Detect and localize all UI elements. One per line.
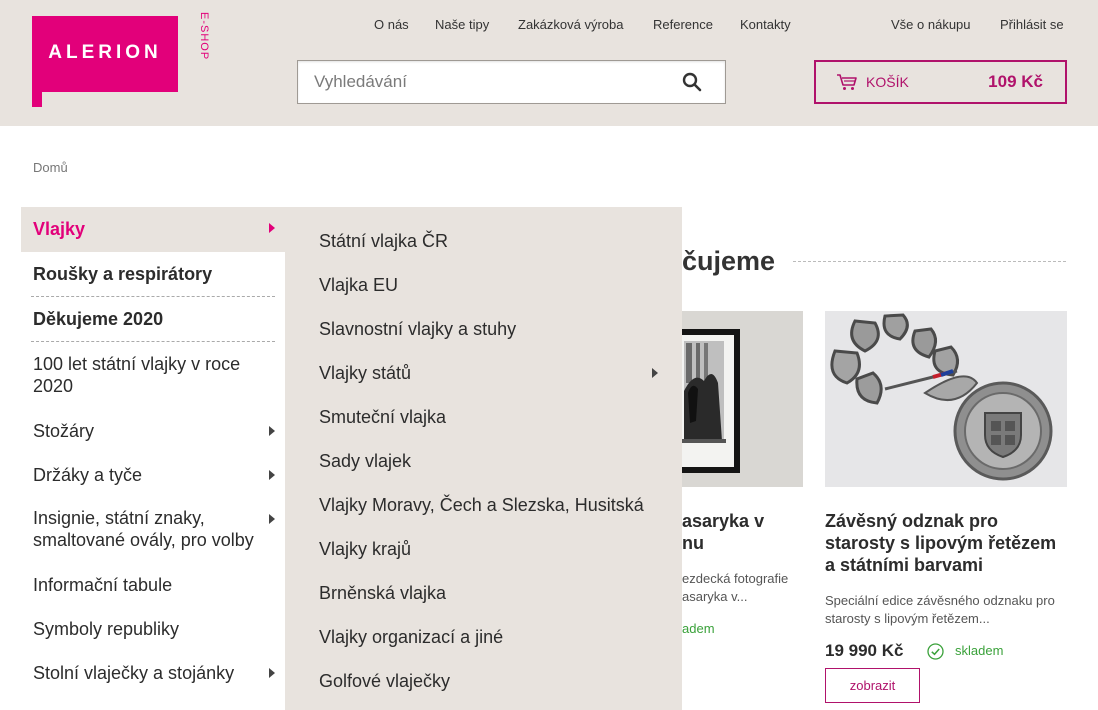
search-box — [297, 60, 726, 104]
submenu-flyout: Státní vlajka ČR Vlajka EU Slavnostní vl… — [285, 207, 682, 710]
product-price-2: 19 990 Kč — [825, 641, 904, 660]
category-menu: Vlajky Roušky a respirátory Děkujeme 202… — [21, 207, 285, 694]
nav-nase-tipy[interactable]: Naše tipy — [435, 17, 489, 32]
menu-item-label: Informační tabule — [33, 575, 173, 595]
submenu-item[interactable]: Vlajka EU — [319, 275, 398, 296]
product-desc-2-line1: Speciální edice závěsného odznaku pro — [825, 593, 1055, 608]
submenu-item[interactable]: Vlajky krajů — [319, 539, 411, 560]
product-title-2-line2[interactable]: starosty s lipovým řetězem — [825, 532, 1056, 554]
menu-item-label: Stožáry — [33, 421, 95, 441]
submenu-item[interactable]: Vlajky států — [319, 363, 411, 384]
search-icon[interactable] — [682, 72, 702, 92]
menu-item-stolni[interactable]: Stolní vlaječky a stojánky — [21, 650, 285, 694]
nav-reference[interactable]: Reference — [653, 17, 713, 32]
menu-item-insignie[interactable]: Insignie, státní znaky, smaltované ovály… — [21, 496, 285, 562]
menu-item-label: Roušky a respirátory — [33, 264, 213, 284]
menu-item-label: 100 let státní vlajky v roce 2020 — [33, 354, 241, 396]
submenu-item[interactable]: Státní vlajka ČR — [319, 231, 448, 252]
submenu-item[interactable]: Golfové vlaječky — [319, 671, 450, 692]
header: ALERION E-SHOP O nás Naše tipy Zakázková… — [0, 0, 1098, 126]
chevron-right-icon — [269, 470, 275, 480]
submenu-item[interactable]: Vlajky Moravy, Čech a Slezska, Husitská — [319, 495, 644, 516]
chevron-right-icon — [652, 368, 658, 378]
logo-text: ALERION — [48, 42, 162, 63]
product-image-photo[interactable] — [682, 311, 803, 487]
menu-item-label: Držáky a tyče — [33, 465, 143, 485]
alerion-logo[interactable]: ALERION — [32, 16, 178, 92]
submenu-item[interactable]: Smuteční vlajka — [319, 407, 446, 428]
menu-item-drzaky[interactable]: Držáky a tyče — [21, 452, 285, 496]
logo-tail — [32, 92, 42, 107]
submenu-item[interactable]: Vlajky organizací a jiné — [319, 627, 503, 648]
check-circle-icon — [927, 643, 944, 660]
menu-item-tabule[interactable]: Informační tabule — [21, 562, 285, 606]
product-desc-1-line2: asaryka v... — [682, 589, 748, 604]
section-title: čujeme — [682, 246, 776, 276]
product-title-1-line2[interactable]: nu — [682, 532, 704, 554]
cart-icon — [837, 74, 857, 90]
menu-item-rousky[interactable]: Roušky a respirátory — [21, 252, 285, 297]
menu-item-label: Symboly republiky — [33, 619, 180, 639]
product-stock-2: skladem — [955, 643, 1004, 658]
nav-prihlasit-se[interactable]: Přihlásit se — [1000, 17, 1064, 32]
menu-item-label: Děkujeme 2020 — [33, 309, 164, 329]
chevron-right-icon — [269, 668, 275, 678]
menu-item-symboly[interactable]: Symboly republiky — [21, 606, 285, 650]
submenu-item[interactable]: Slavnostní vlajky a stuhy — [319, 319, 516, 340]
product-desc-2-line2: starosty s lipovým řetězem... — [825, 611, 990, 626]
breadcrumb[interactable]: Domů — [33, 160, 68, 175]
eshop-label: E-SHOP — [198, 12, 210, 61]
menu-item-100-let[interactable]: 100 let státní vlajky v roce 2020 — [21, 342, 285, 408]
submenu-item[interactable]: Sady vlajek — [319, 451, 411, 472]
product-title-2-line3[interactable]: a státními barvami — [825, 554, 983, 576]
product-image-medal[interactable] — [825, 311, 1067, 487]
chevron-right-icon — [269, 514, 275, 524]
product-desc-1-line1: ezdecká fotografie — [682, 571, 789, 586]
product-title-1-line1[interactable]: asaryka v — [682, 510, 764, 532]
nav-kontakty[interactable]: Kontakty — [740, 17, 791, 32]
nav-zakazkova-vyroba[interactable]: Zakázková výroba — [518, 17, 624, 32]
cart-total: 109 Kč — [988, 72, 1043, 91]
submenu-item[interactable]: Brněnská vlajka — [319, 583, 446, 604]
nav-o-nas[interactable]: O nás — [374, 17, 409, 32]
chevron-right-icon — [269, 426, 275, 436]
cart-button[interactable]: KOŠÍK 109 Kč — [814, 60, 1067, 104]
nav-vse-o-nakupu[interactable]: Vše o nákupu — [891, 17, 971, 32]
product-stock-1: adem — [682, 621, 715, 636]
chevron-right-icon — [269, 223, 275, 233]
cart-label: KOŠÍK — [866, 74, 909, 90]
menu-item-vlajky[interactable]: Vlajky — [21, 207, 285, 252]
menu-item-label: Stolní vlaječky a stojánky — [33, 663, 235, 683]
menu-item-dekujeme[interactable]: Děkujeme 2020 — [21, 297, 285, 342]
menu-item-stozary[interactable]: Stožáry — [21, 408, 285, 452]
section-divider — [793, 261, 1066, 262]
menu-item-label: Vlajky — [33, 219, 86, 239]
menu-item-label: Insignie, státní znaky, smaltované ovály… — [33, 508, 254, 550]
product-title-2-line1[interactable]: Závěsný odznak pro — [825, 510, 998, 532]
show-product-button[interactable]: zobrazit — [825, 668, 920, 703]
search-input[interactable] — [298, 61, 678, 103]
